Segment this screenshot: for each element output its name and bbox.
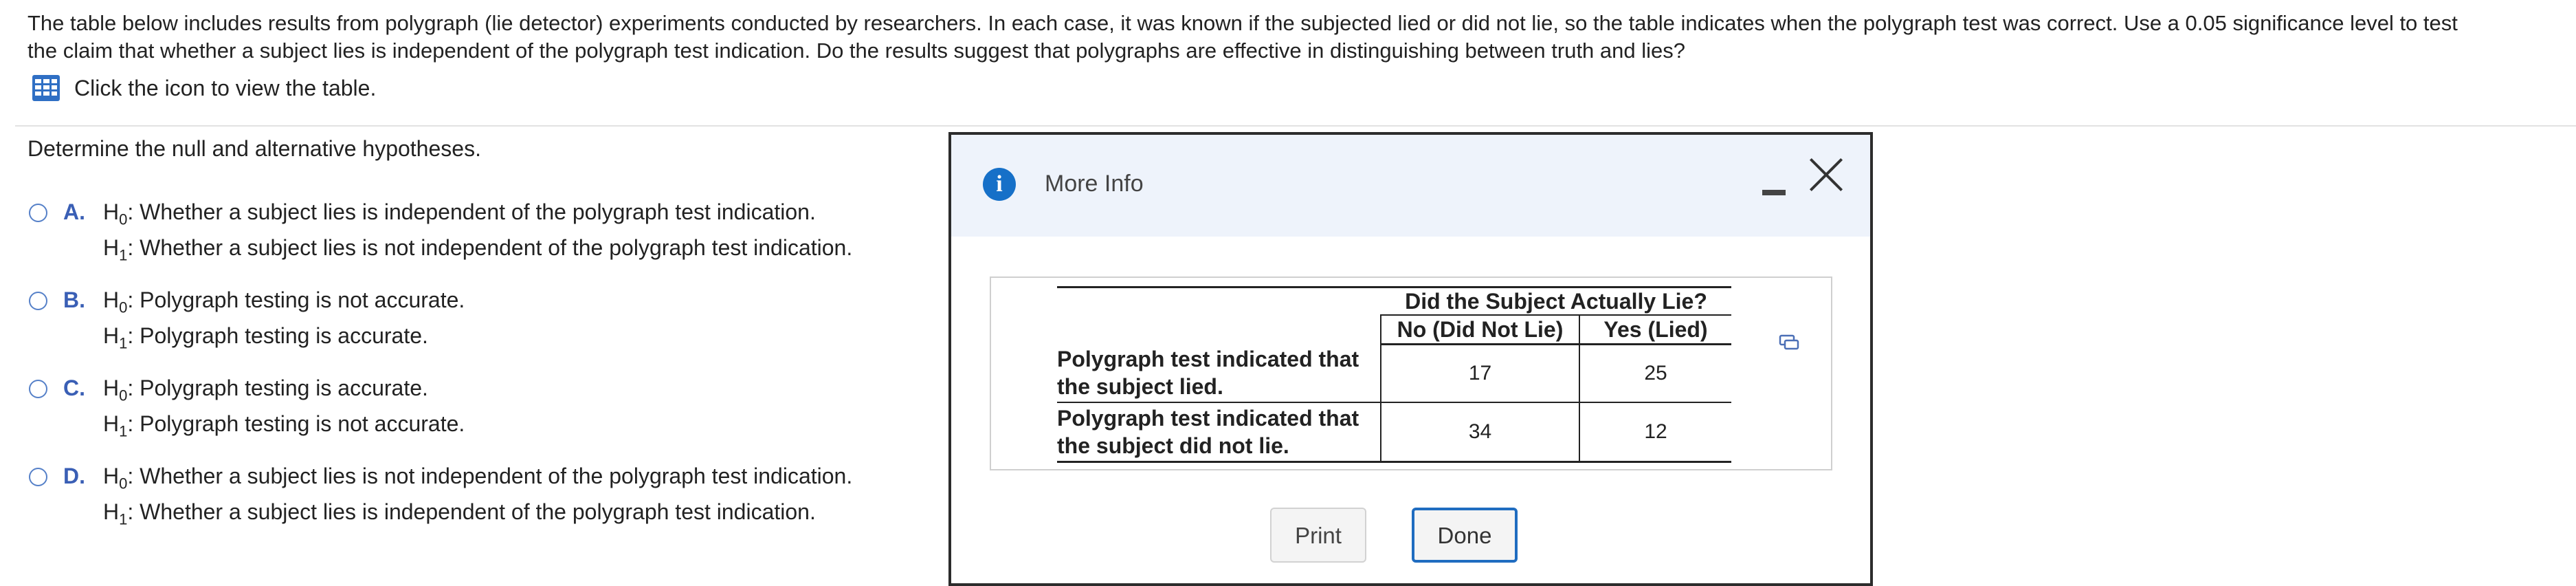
alternative-hypothesis: H1: Whether a subject lies is not indepe… — [103, 235, 853, 264]
view-table-row: Click the icon to view the table. — [32, 74, 376, 102]
option-letter: A. — [63, 199, 85, 224]
question-line-2: the claim that whether a subject lies is… — [27, 39, 1686, 63]
dialog-header: i More Info — [951, 135, 1870, 237]
alternative-hypothesis: H1: Whether a subject lies is independen… — [103, 499, 816, 528]
option-letter: C. — [63, 376, 85, 400]
table-row: Polygraph test indicated that the subject… — [1057, 344, 1731, 403]
column-header-yes: Yes (Lied) — [1579, 315, 1731, 345]
cell-value: 17 — [1380, 344, 1579, 403]
table-icon[interactable] — [32, 74, 60, 102]
contingency-table-box: Did the Subject Actually Lie? No (Did No… — [990, 276, 1832, 470]
column-header-no: No (Did Not Lie) — [1380, 315, 1579, 345]
cell-value: 25 — [1579, 344, 1731, 403]
dialog-title: More Info — [1045, 171, 1144, 197]
cell-value: 12 — [1579, 402, 1731, 463]
copy-table-icon[interactable] — [1779, 334, 1799, 351]
question-line-1: The table below includes results from po… — [27, 11, 2458, 35]
minimize-icon[interactable] — [1761, 176, 1787, 198]
null-hypothesis: H0: Whether a subject lies is independen… — [103, 199, 816, 228]
done-button[interactable]: Done — [1412, 508, 1518, 563]
radio-button[interactable] — [29, 380, 47, 398]
null-hypothesis: H0: Polygraph testing is not accurate. — [103, 287, 465, 316]
table-corner-blank — [1057, 315, 1381, 345]
option-letter: B. — [63, 287, 85, 312]
option-letter: D. — [63, 464, 85, 488]
radio-button[interactable] — [29, 468, 47, 486]
group-header: Did the Subject Actually Lie? — [1381, 286, 1731, 316]
null-hypothesis: H0: Polygraph testing is accurate. — [103, 376, 428, 404]
table-row: Polygraph test indicated that the subject… — [1057, 402, 1731, 463]
radio-button[interactable] — [29, 204, 47, 222]
view-table-text: Click the icon to view the table. — [74, 75, 377, 100]
alternative-hypothesis: H1: Polygraph testing is not accurate. — [103, 411, 465, 440]
contingency-table: Did the Subject Actually Lie? No (Did No… — [1057, 286, 1731, 463]
divider — [15, 125, 2576, 127]
null-hypothesis: H0: Whether a subject lies is not indepe… — [103, 464, 853, 492]
row-label: Polygraph test indicated that the subject… — [1057, 402, 1381, 463]
alternative-hypothesis: H1: Polygraph testing is accurate. — [103, 323, 428, 352]
close-icon[interactable] — [1808, 155, 1846, 194]
info-icon: i — [983, 168, 1016, 201]
table-corner — [1057, 286, 1381, 315]
row-label: Polygraph test indicated that the subject… — [1057, 344, 1381, 403]
print-button[interactable]: Print — [1270, 508, 1366, 563]
question-text: The table below includes results from po… — [27, 10, 2571, 65]
more-info-dialog: i More Info Did the Subject Actually Lie… — [948, 132, 1873, 586]
radio-button[interactable] — [29, 292, 47, 310]
cell-value: 34 — [1380, 402, 1579, 463]
prompt-text: Determine the null and alternative hypot… — [27, 136, 481, 161]
